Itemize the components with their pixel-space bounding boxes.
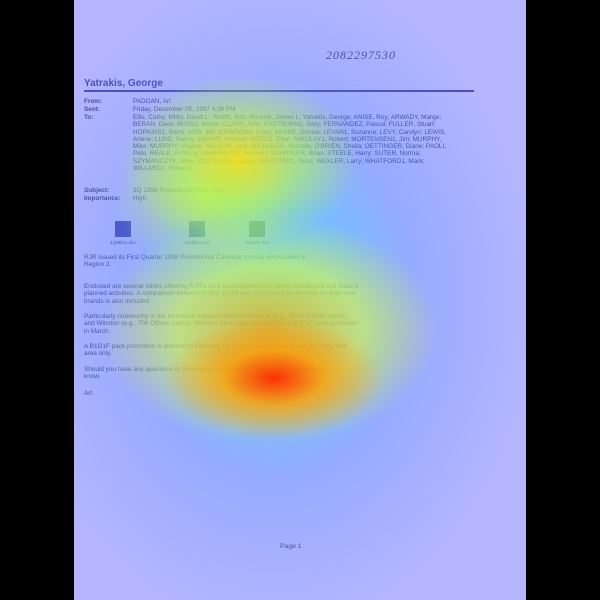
importance-row: Importance: High xyxy=(84,195,484,202)
body-paragraph: A B1G1F pack promotion is planned in Feb… xyxy=(84,343,347,358)
document-icon xyxy=(249,221,265,237)
document-id-handwritten: 2082297530 xyxy=(326,48,396,62)
document-page: 2082297530 Yatrakis, George From: PADOAN… xyxy=(74,0,526,600)
attachment-filename: 1Q98Pr.doc xyxy=(244,240,270,245)
subject-row: Subject: 1Q 1998 Promotional Plan -RJR xyxy=(84,187,484,194)
attachment-2[interactable]: 1Q98Co.doc xyxy=(177,221,217,245)
body-paragraph: RJR issued its First Quarter 1998 Promot… xyxy=(84,254,307,269)
body-paragraph: Particularly noteworthy is the increased… xyxy=(84,313,359,335)
document-icon xyxy=(115,221,131,237)
page-number: Page 1 xyxy=(280,543,302,550)
subject-value: 1Q 1998 Promotional Plan -RJR xyxy=(133,187,225,194)
header-divider xyxy=(84,90,474,92)
attachment-1[interactable]: 1Q98Co.doc xyxy=(103,221,143,245)
to-row: To: Ellis, Cathy; Milby, David L.; Moffi… xyxy=(84,114,484,172)
signature: Art xyxy=(84,390,93,397)
to-label: To: xyxy=(84,114,94,121)
attachment-3[interactable]: 1Q98Pr.doc xyxy=(237,221,277,245)
to-recipients: Ellis, Cathy; Milby, David L.; Moffitt, … xyxy=(133,114,447,173)
importance-value: High xyxy=(133,195,147,202)
document-icon xyxy=(189,221,205,237)
sent-label: Sent: xyxy=(84,106,100,113)
mailbox-owner-name: Yatrakis, George xyxy=(84,78,163,89)
importance-label: Importance: xyxy=(84,195,121,202)
from-label: From: xyxy=(84,98,103,105)
sent-value: Friday, December 05, 1997 4:36 PM xyxy=(133,106,236,113)
from-row: From: PADOAN, Art xyxy=(84,98,484,105)
from-value: PADOAN, Art xyxy=(133,98,171,105)
attachment-filename: 1Q98Co.doc xyxy=(110,240,136,245)
body-paragraph: Enclosed are several tables showing RJR'… xyxy=(84,283,359,305)
sent-row: Sent: Friday, December 05, 1997 4:36 PM xyxy=(84,106,484,113)
subject-label: Subject: xyxy=(84,187,110,194)
body-paragraph: Should you have any questions or comment… xyxy=(84,366,327,381)
attachment-filename: 1Q98Co.doc xyxy=(184,240,210,245)
